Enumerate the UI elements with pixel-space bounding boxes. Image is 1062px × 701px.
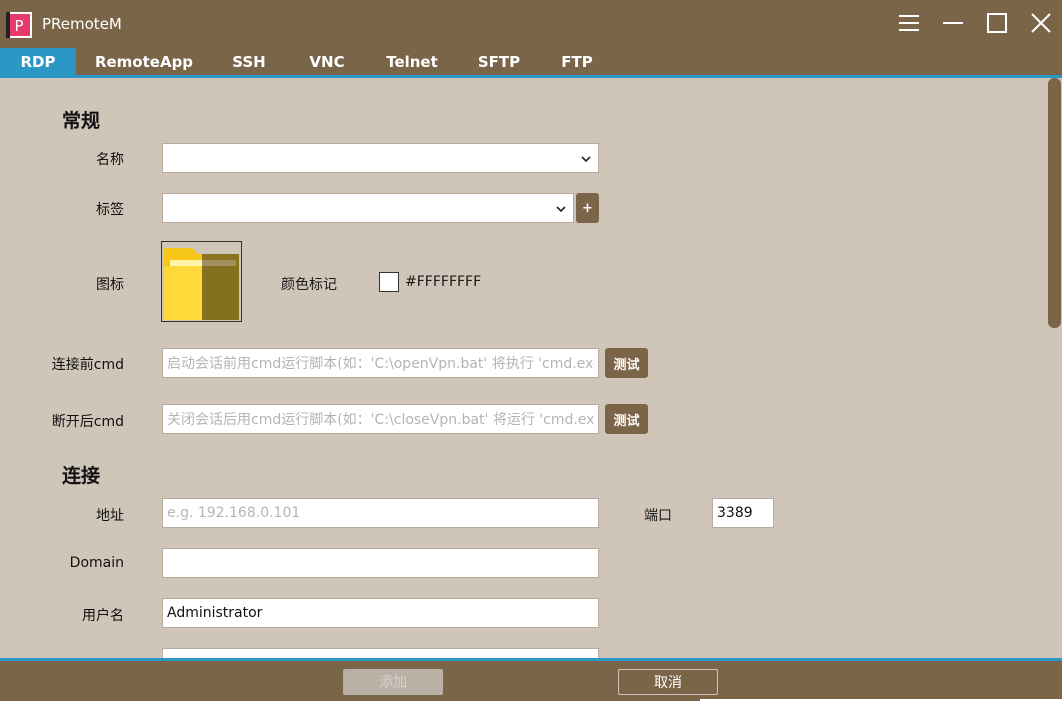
color-swatch[interactable] — [379, 272, 399, 292]
port-input[interactable]: 3389 — [712, 498, 774, 528]
minimize-icon — [943, 22, 963, 24]
tag-combobox[interactable] — [162, 193, 574, 223]
icon-label: 图标 — [96, 277, 124, 293]
tag-label: 标签 — [96, 202, 124, 218]
cancel-button[interactable]: 取消 — [618, 669, 718, 695]
color-label: 颜色标记 — [281, 277, 337, 293]
scrollbar[interactable] — [1047, 78, 1062, 658]
port-label: 端口 — [644, 508, 672, 524]
tab-remoteapp[interactable]: RemoteApp — [92, 48, 196, 76]
address-label: 地址 — [96, 508, 124, 524]
scrollbar-thumb[interactable] — [1048, 78, 1061, 328]
chevron-down-icon — [581, 156, 591, 163]
address-placeholder: e.g. 192.168.0.101 — [167, 505, 301, 521]
cmd-before-label: 连接前cmd — [51, 357, 124, 373]
chevron-down-icon — [556, 206, 566, 213]
color-value: #FFFFFFFF — [405, 274, 482, 290]
icon-picker[interactable] — [161, 241, 242, 322]
section-general-heading: 常规 — [62, 110, 101, 132]
add-button[interactable]: 添加 — [343, 669, 443, 695]
tab-telnet[interactable]: Telnet — [380, 48, 444, 76]
section-connection-heading: 连接 — [62, 465, 101, 487]
username-label: 用户名 — [82, 608, 124, 624]
close-icon — [1031, 13, 1051, 33]
maximize-button[interactable] — [982, 8, 1012, 38]
domain-label: Domain — [69, 555, 124, 571]
tab-vnc[interactable]: VNC — [300, 48, 354, 76]
folder-icon — [164, 248, 239, 320]
settings-form: 常规 名称 标签 + 图标 颜色标记 #FFFFFFFF 连接前cmd 启动会话… — [0, 78, 1062, 658]
hamburger-menu-icon — [899, 15, 919, 31]
address-input[interactable]: e.g. 192.168.0.101 — [162, 498, 599, 528]
cmd-after-placeholder: 关闭会话后用cmd运行脚本(如：'C:\closeVpn.bat' 将运行 'c… — [167, 412, 594, 428]
svg-text:P: P — [14, 17, 23, 35]
tab-ftp[interactable]: FTP — [552, 48, 602, 76]
name-label: 名称 — [96, 152, 124, 168]
close-button[interactable] — [1026, 8, 1056, 38]
password-input[interactable] — [162, 648, 599, 658]
tab-rdp[interactable]: RDP — [0, 48, 76, 76]
app-logo-icon: P — [6, 12, 32, 38]
menu-button[interactable] — [894, 8, 924, 38]
test-cmd-after-button[interactable]: 测试 — [605, 404, 648, 434]
username-value: Administrator — [167, 605, 263, 621]
protocol-tabs: RDP RemoteApp SSH VNC Telnet SFTP FTP — [0, 48, 1062, 77]
cmd-after-input[interactable]: 关闭会话后用cmd运行脚本(如：'C:\closeVpn.bat' 将运行 'c… — [162, 404, 599, 434]
footer-bar: 添加 取消 — [0, 661, 1062, 701]
title-bar: P PRemoteM — [0, 0, 1062, 48]
name-combobox[interactable] — [162, 143, 599, 173]
username-input[interactable]: Administrator — [162, 598, 599, 628]
cmd-before-placeholder: 启动会话前用cmd运行脚本(如：'C:\openVpn.bat' 将执行 'cm… — [167, 356, 594, 372]
minimize-button[interactable] — [938, 8, 968, 38]
domain-input[interactable] — [162, 548, 599, 578]
tab-ssh[interactable]: SSH — [222, 48, 276, 76]
tab-sftp[interactable]: SFTP — [470, 48, 528, 76]
add-tag-button[interactable]: + — [576, 193, 599, 223]
test-cmd-before-button[interactable]: 测试 — [605, 348, 648, 378]
cmd-before-input[interactable]: 启动会话前用cmd运行脚本(如：'C:\openVpn.bat' 将执行 'cm… — [162, 348, 599, 378]
maximize-icon — [987, 13, 1007, 33]
app-title: PRemoteM — [42, 15, 122, 33]
cmd-after-label: 断开后cmd — [51, 414, 124, 430]
port-value: 3389 — [717, 505, 753, 521]
